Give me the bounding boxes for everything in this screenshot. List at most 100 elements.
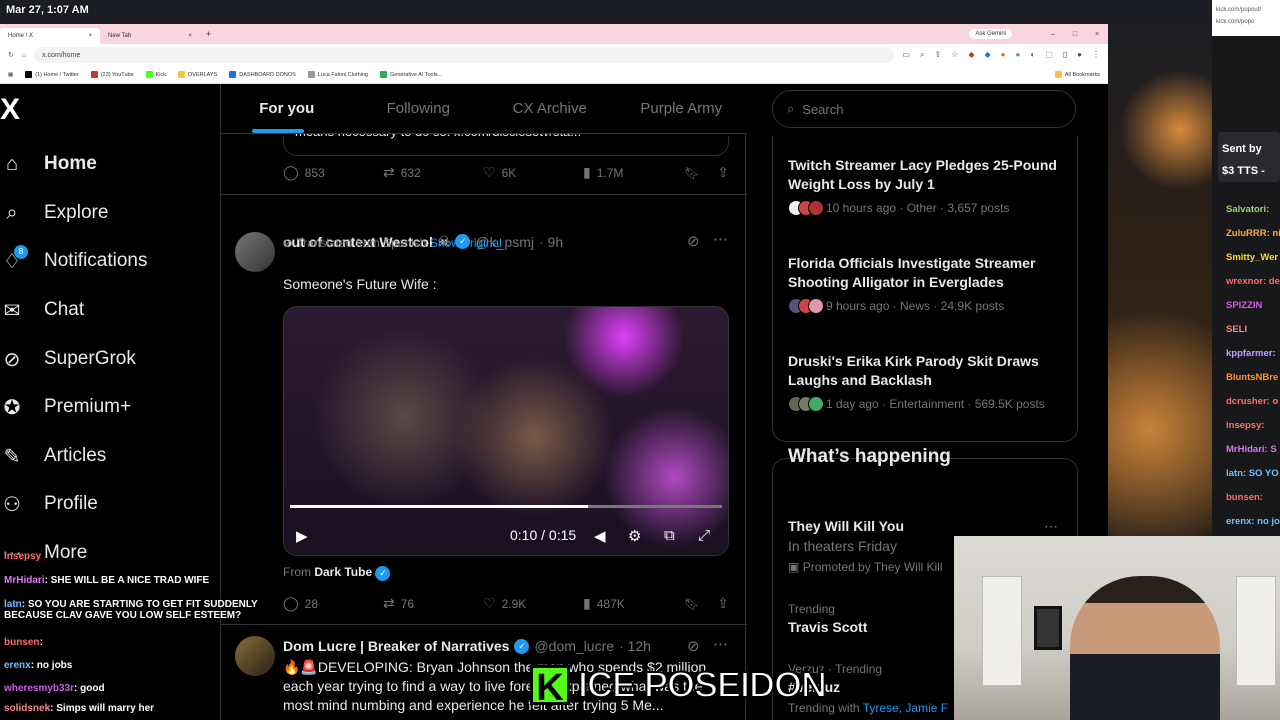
sidebar-item-premium[interactable]: ✪ Premium+ [0,395,132,419]
avatar[interactable] [235,636,275,676]
share-icon[interactable]: ⇪ [717,164,729,181]
like-button[interactable]: ♡ 6K [483,164,583,181]
reload-icon[interactable]: ↻ [8,51,14,59]
extension-icon[interactable]: ◆ [985,50,991,60]
door [982,576,1022,686]
tab-following[interactable]: Following [353,84,485,133]
sidebar-item-explore[interactable]: ⌕ Explore [0,201,108,225]
bookmark-youtube[interactable]: (23) YouTube [90,71,134,78]
star-icon[interactable]: ☆ [951,50,958,60]
like-button[interactable]: ♡ 2.9K [483,595,583,612]
new-tab-button[interactable]: + [206,29,211,39]
stream-brand: K ICE POSEIDON [530,663,828,708]
volume-icon[interactable]: ◀ [594,527,606,545]
search-input[interactable]: ⌕ Search [772,90,1076,128]
source-name[interactable]: Dark Tube [314,565,372,579]
sidebar-icon[interactable]: ▯ [1063,50,1067,60]
home-icon[interactable]: ⌂ [22,52,26,59]
minimize-icon[interactable]: – [1042,31,1064,38]
reply-button[interactable]: ◯ 28 [283,595,383,612]
news-item[interactable]: Druski's Erika Kirk Parody Skit Draws La… [788,352,1063,412]
profile-icon[interactable]: ● [1077,50,1082,60]
kick-chat-panel: Salvatori: ZuluRRR: ni Smitty_Wer wrexnor: … [1212,0,1280,536]
video-progress-bar[interactable] [290,505,722,508]
x-logo[interactable]: X [0,95,28,125]
settings-icon[interactable]: ⚙ [628,527,641,545]
tab-home-x[interactable]: Home / X × [0,28,100,44]
all-bookmarks[interactable]: All Bookmarks [1054,71,1100,78]
more-options-icon[interactable]: ⋯ [1044,518,1058,535]
more-options-icon[interactable]: ⋯ [713,635,728,653]
tab-for-you[interactable]: For you [221,84,353,133]
play-icon[interactable]: ▶ [296,527,308,545]
author-handle[interactable]: @dom_lucre [534,638,614,654]
bookmark-generative-ai[interactable]: Generative AI Tools... [379,71,442,78]
menu-icon[interactable]: ⋮ [1092,50,1100,60]
post-header: Dom Lucre | Breaker of Narratives ✓ @dom… [283,638,651,654]
tab-new-tab[interactable]: New Tab × [100,28,200,44]
sidebar-item-articles[interactable]: ✎ Articles [0,444,107,468]
sidebar-item-notifications[interactable]: ♢ 8 Notifications [0,245,148,273]
reply-button[interactable]: ◯ 853 [283,164,383,181]
post-time[interactable]: · 9h [539,234,563,250]
chat-username: solidsnek [4,703,51,714]
maximize-icon[interactable]: □ [1064,31,1086,38]
repost-button[interactable]: ⇄ 76 [383,595,483,612]
chat-username: MrHidari [4,575,45,586]
close-window-icon[interactable]: × [1086,31,1108,38]
grok-icon[interactable]: ⊘ [687,232,700,250]
bookmark-dashboard-donos[interactable]: DASHBOARD DONOS [229,71,296,78]
extension-icon[interactable]: ◆ [968,50,974,60]
zoom-icon[interactable]: ⌕ [920,50,924,60]
bookmark-icon[interactable]: 🔖︎ [684,166,699,180]
news-item[interactable]: Twitch Streamer Lacy Pledges 25-Pound We… [788,156,1063,216]
views-button[interactable]: ▮ 487K [583,595,683,612]
close-icon[interactable]: × [188,33,192,39]
extension-icon[interactable]: ● [1016,50,1021,60]
sidebar-item-supergrok[interactable]: ⊘ SuperGrok [0,347,136,371]
search-icon: ⌕ [6,201,18,224]
fullscreen-icon[interactable]: ⤢ [698,527,710,544]
close-icon[interactable]: × [88,33,92,39]
share-icon[interactable]: ⇪ [934,50,941,60]
chat-message: kppfarmer: [1226,348,1276,359]
apps-icon[interactable]: ▦ [8,72,13,78]
avatar-stack [788,396,824,412]
bookmark-icon[interactable]: 🔖︎ [684,597,699,611]
news-meta: 9 hours ago · News · 24.9K posts [826,299,1005,313]
url-field[interactable]: x.com/home [34,47,895,63]
news-item[interactable]: Florida Officials Investigate Streamer S… [788,254,1063,314]
video-player[interactable]: ▶ 0:10 / 0:15 ◀ ⚙ ⧉ ⤢ [283,306,729,556]
extension-icon[interactable]: ⬚ [1045,50,1053,60]
bookmark-twitter[interactable]: (1) Home / Twitter [25,71,79,78]
extension-icon[interactable]: ◐ [1030,50,1035,60]
bookmark-label: All Bookmarks [1064,71,1100,78]
kick-logo: K [530,665,570,708]
author-name[interactable]: Dom Lucre | Breaker of Narratives [283,638,509,654]
views-button[interactable]: ▮ 1.7M [583,164,683,181]
heart-icon: ♡ [483,595,496,611]
ask-gemini-button[interactable]: Ask Gemini [969,29,1012,39]
show-original-link[interactable]: Show original [430,236,502,250]
tab-purple-army[interactable]: Purple Army [616,84,748,133]
bookmark-overlays[interactable]: OVERLAYS [178,71,217,78]
bookmark-kick[interactable]: Kick [145,71,166,78]
post-time[interactable]: · 12h [619,638,651,654]
article-icon: ✎ [3,445,21,468]
extension-icon[interactable]: ● [1001,50,1006,60]
grok-icon[interactable]: ⊘ [687,637,700,655]
more-options-icon[interactable]: ⋯ [713,230,728,248]
avatar[interactable] [235,232,275,272]
install-icon[interactable]: ▭ [902,50,910,60]
tab-cx-archive[interactable]: CX Archive [484,84,616,133]
chat-message: SELI [1226,324,1248,335]
bookmark-luca-faloni[interactable]: Luca Faloni Clothing [307,71,368,78]
trend-with-link[interactable]: Tyrese, Jamie F [863,701,948,715]
sidebar-item-home[interactable]: ⌂ Home [0,152,97,176]
repost-button[interactable]: ⇄ 632 [383,164,483,181]
share-icon[interactable]: ⇪ [717,595,729,612]
sidebar-item-chat[interactable]: ✉ Chat [0,298,85,322]
pip-icon[interactable]: ⧉ [664,527,675,544]
tts-alert: Sent by $3 TTS - [1218,132,1280,182]
sidebar-item-profile[interactable]: ⚇ Profile [0,492,98,516]
